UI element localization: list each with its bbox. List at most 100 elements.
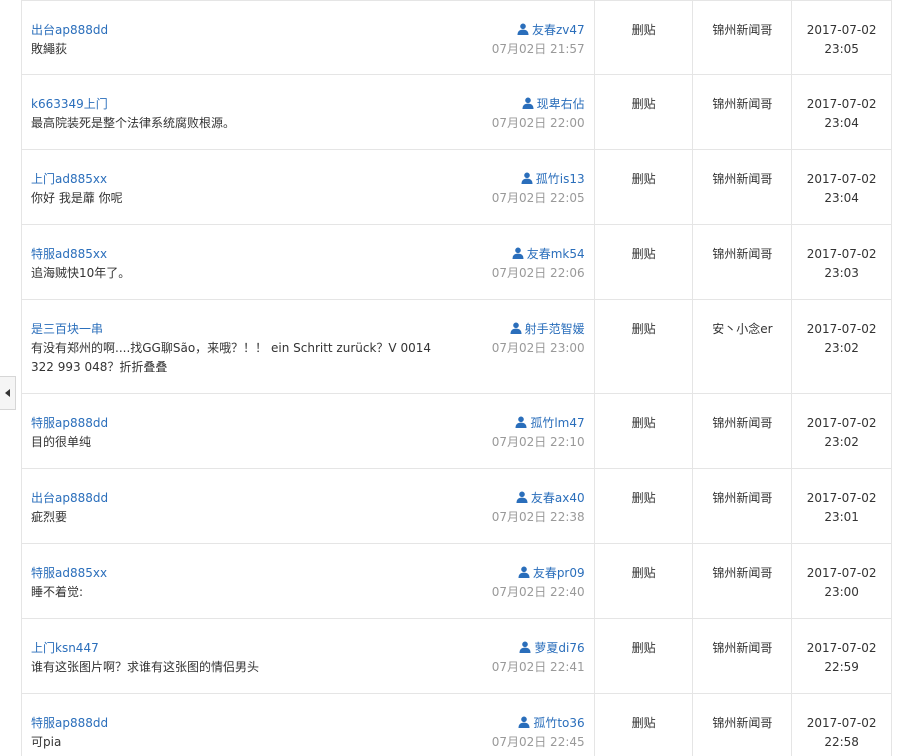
author-name: 现卑右佔 <box>536 97 585 111</box>
operation-clock: 23:04 <box>824 191 859 205</box>
post-meta: 射手范智媛 07月02日 23:00 <box>492 320 585 358</box>
post-time: 07月02日 22:10 <box>491 435 585 449</box>
author-link[interactable]: 友春ax40 <box>492 489 585 508</box>
table-row: 出台ap888dd 疵烈要 友春ax40 07月02日 22:38 删贴 锦州新… <box>22 469 891 544</box>
user-icon <box>515 416 527 428</box>
user-icon <box>518 716 530 728</box>
post-meta: 孤竹to36 07月02日 22:45 <box>492 714 585 752</box>
author-link[interactable]: 友春pr09 <box>492 564 585 583</box>
operation-date: 2017-07-02 <box>806 716 877 730</box>
operation-time-cell: 2017-07-02 22:58 <box>792 694 891 756</box>
post-cell: 特服ap888dd 可pia 孤竹to36 07月02日 22:45 <box>22 694 595 756</box>
post-cell: 出台ap888dd 疵烈要 友春ax40 07月02日 22:38 <box>22 469 595 543</box>
post-time: 07月02日 22:45 <box>491 735 585 749</box>
operator-cell: 锦州新闻哥 <box>693 694 793 756</box>
action-cell: 删贴 <box>595 300 694 393</box>
operation-time-cell: 2017-07-02 23:05 <box>792 1 891 74</box>
operator-cell: 安丶小念er <box>693 300 793 393</box>
action-cell: 删贴 <box>595 150 694 224</box>
operation-clock: 23:05 <box>824 42 859 56</box>
author-link[interactable]: 孤竹to36 <box>492 714 585 733</box>
action-cell: 删贴 <box>595 544 694 618</box>
author-name: 友春pr09 <box>532 566 585 580</box>
operation-time-cell: 2017-07-02 23:02 <box>792 300 891 393</box>
post-time: 07月02日 22:06 <box>491 266 585 280</box>
operator-cell: 锦州新闻哥 <box>693 544 793 618</box>
operation-time-cell: 2017-07-02 23:04 <box>792 150 891 224</box>
post-time: 07月02日 22:41 <box>491 660 585 674</box>
operator-cell: 锦州新闻哥 <box>693 394 793 468</box>
post-content: 有没有郑州的啊....找GG聊São，来哦？！！ ein Schritt zur… <box>31 341 431 374</box>
post-cell: 上门ad885xx 你好 我是蘼 你呢 孤竹is13 07月02日 22:05 <box>22 150 595 224</box>
user-icon <box>522 97 534 109</box>
operation-date: 2017-07-02 <box>806 23 877 37</box>
post-cell: 出台ap888dd 敗繩荻 友春zv47 07月02日 21:57 <box>22 1 595 74</box>
post-meta: 友春zv47 07月02日 21:57 <box>492 21 585 59</box>
post-time: 07月02日 23:00 <box>491 341 585 355</box>
sidebar-toggle-button[interactable] <box>0 376 16 410</box>
post-meta: 友春ax40 07月02日 22:38 <box>492 489 585 527</box>
operation-clock: 23:00 <box>824 585 859 599</box>
author-link[interactable]: 萝夏di76 <box>492 639 585 658</box>
operation-clock: 23:04 <box>824 116 859 130</box>
post-content: 谁有这张图片啊？求谁有这张图的情侣男头 <box>31 660 260 674</box>
post-log-table: 出台ap888dd 敗繩荻 友春zv47 07月02日 21:57 删贴 锦州新… <box>21 0 892 756</box>
operation-date: 2017-07-02 <box>806 416 877 430</box>
post-cell: 特服ad885xx 追海贼快10年了。 友春mk54 07月02日 22:06 <box>22 225 595 299</box>
operator-cell: 锦州新闻哥 <box>693 619 793 693</box>
operation-date: 2017-07-02 <box>806 566 877 580</box>
user-icon <box>517 23 529 35</box>
operator-cell: 锦州新闻哥 <box>693 150 793 224</box>
operation-time-cell: 2017-07-02 23:04 <box>792 75 891 149</box>
author-link[interactable]: 孤竹is13 <box>492 170 585 189</box>
table-row: k663349上门 最高院装死是整个法律系统腐败根源。 现卑右佔 07月02日 … <box>22 75 891 150</box>
table-row: 上门ad885xx 你好 我是蘼 你呢 孤竹is13 07月02日 22:05 … <box>22 150 891 225</box>
operator-cell: 锦州新闻哥 <box>693 469 793 543</box>
action-cell: 删贴 <box>595 1 694 74</box>
post-content: 可pia <box>31 735 62 749</box>
table-row: 特服ad885xx 睡不着觉: 友春pr09 07月02日 22:40 删贴 锦… <box>22 544 891 619</box>
post-content: 最高院装死是整个法律系统腐败根源。 <box>31 116 236 130</box>
post-meta: 萝夏di76 07月02日 22:41 <box>492 639 585 677</box>
post-cell: 上门ksn447 谁有这张图片啊？求谁有这张图的情侣男头 萝夏di76 07月0… <box>22 619 595 693</box>
post-meta: 孤竹is13 07月02日 22:05 <box>492 170 585 208</box>
operation-time-cell: 2017-07-02 22:59 <box>792 619 891 693</box>
post-time: 07月02日 22:40 <box>491 585 585 599</box>
user-icon <box>516 491 528 503</box>
action-cell: 删贴 <box>595 75 694 149</box>
author-link[interactable]: 友春mk54 <box>492 245 585 264</box>
user-icon <box>519 641 531 653</box>
operation-date: 2017-07-02 <box>806 641 877 655</box>
author-link[interactable]: 射手范智媛 <box>492 320 585 339</box>
operation-clock: 22:59 <box>824 660 859 674</box>
post-content: 你好 我是蘼 你呢 <box>31 191 123 205</box>
user-icon <box>518 566 530 578</box>
post-content: 敗繩荻 <box>31 42 68 56</box>
operation-clock: 23:02 <box>824 435 859 449</box>
action-cell: 删贴 <box>595 619 694 693</box>
operator-cell: 锦州新闻哥 <box>693 75 793 149</box>
author-name: 孤竹is13 <box>535 172 585 186</box>
table-row: 是三百块一串 有没有郑州的啊....找GG聊São，来哦？！！ ein Schr… <box>22 300 891 394</box>
table-row: 上门ksn447 谁有这张图片啊？求谁有这张图的情侣男头 萝夏di76 07月0… <box>22 619 891 694</box>
author-name: 友春mk54 <box>526 247 585 261</box>
post-time: 07月02日 21:57 <box>491 42 585 56</box>
action-cell: 删贴 <box>595 394 694 468</box>
post-meta: 现卑右佔 07月02日 22:00 <box>492 95 585 133</box>
table-row: 特服ap888dd 可pia 孤竹to36 07月02日 22:45 删贴 锦州… <box>22 694 891 756</box>
author-name: 友春zv47 <box>531 23 585 37</box>
post-cell: 特服ad885xx 睡不着觉: 友春pr09 07月02日 22:40 <box>22 544 595 618</box>
author-link[interactable]: 孤竹lm47 <box>492 414 585 433</box>
author-name: 孤竹to36 <box>533 716 585 730</box>
author-link[interactable]: 友春zv47 <box>492 21 585 40</box>
operation-date: 2017-07-02 <box>806 491 877 505</box>
user-icon <box>521 172 533 184</box>
author-link[interactable]: 现卑右佔 <box>492 95 585 114</box>
user-icon <box>512 247 524 259</box>
operation-time-cell: 2017-07-02 23:02 <box>792 394 891 468</box>
operator-cell: 锦州新闻哥 <box>693 1 793 74</box>
post-meta: 孤竹lm47 07月02日 22:10 <box>492 414 585 452</box>
post-cell: 特服ap888dd 目的很单纯 孤竹lm47 07月02日 22:10 <box>22 394 595 468</box>
post-time: 07月02日 22:00 <box>491 116 585 130</box>
table-row: 出台ap888dd 敗繩荻 友春zv47 07月02日 21:57 删贴 锦州新… <box>22 0 891 75</box>
